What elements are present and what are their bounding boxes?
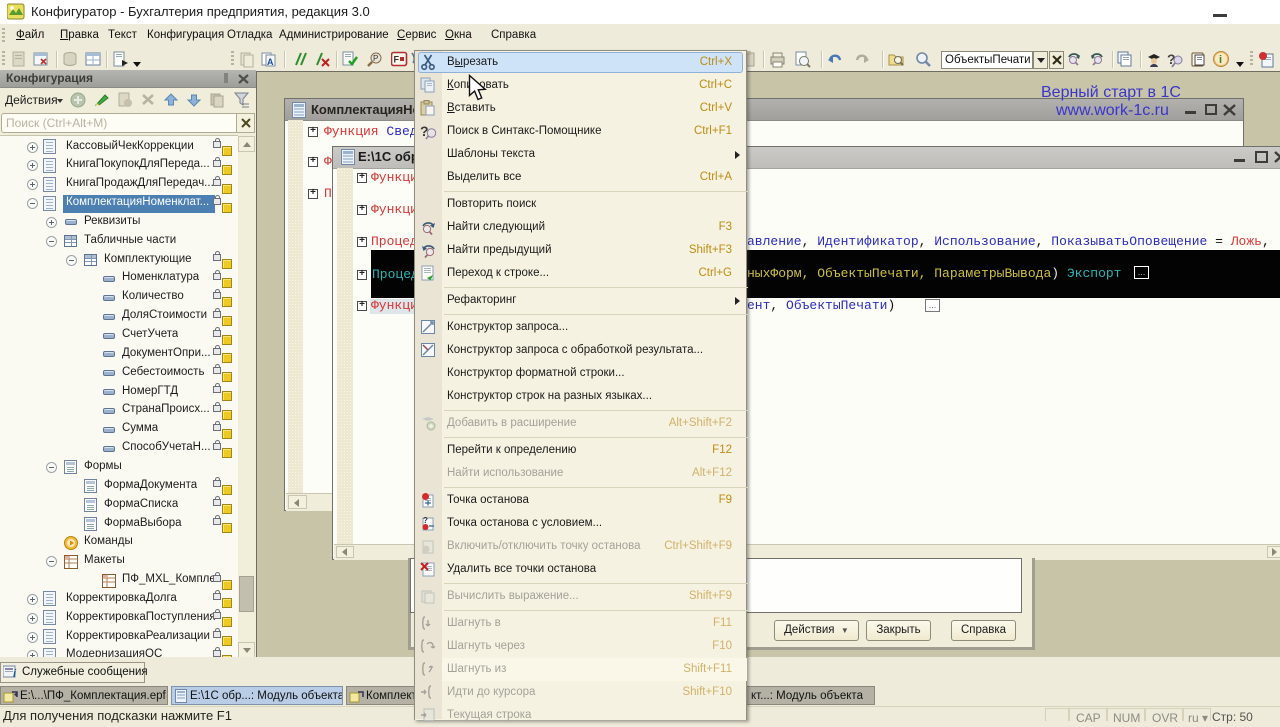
svg-text:P: P xyxy=(373,54,378,63)
svg-text:i: i xyxy=(1219,54,1222,66)
svg-text:?: ? xyxy=(423,516,428,525)
svg-text:i: i xyxy=(13,668,17,679)
svg-text:A: A xyxy=(267,57,274,67)
svg-text:F: F xyxy=(394,55,400,65)
